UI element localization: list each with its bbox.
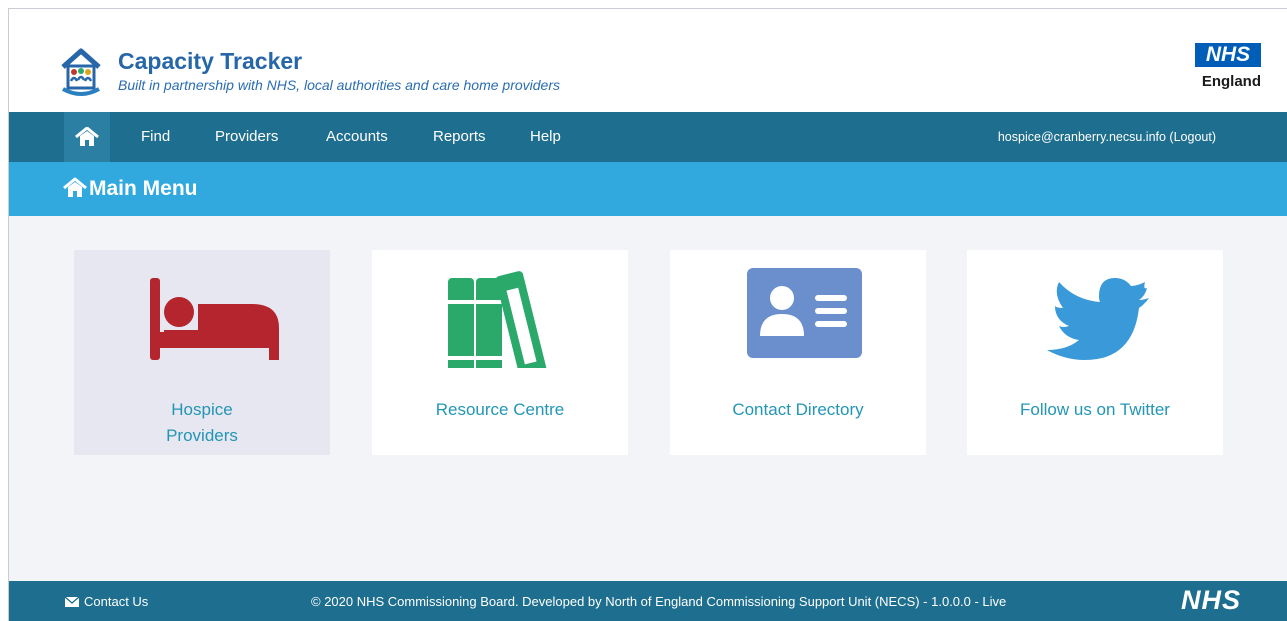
nav-providers[interactable]: Providers xyxy=(215,128,278,145)
header: Capacity Tracker Built in partnership wi… xyxy=(9,9,1287,112)
footer-nhs-logo: NHS xyxy=(1180,585,1241,615)
bed-icon xyxy=(150,278,279,360)
address-card-icon xyxy=(747,268,862,358)
page-title: Main Menu xyxy=(89,177,198,200)
nav-home-button[interactable] xyxy=(64,112,110,162)
app-title: Capacity Tracker xyxy=(118,48,303,74)
app-subtitle: Built in partnership with NHS, local aut… xyxy=(118,77,560,93)
tile-label: Follow us on Twitter xyxy=(1020,400,1170,419)
nhs-region: England xyxy=(1201,73,1261,90)
user-logout-link[interactable]: hospice@cranberry.necsu.info (Logout) xyxy=(998,130,1216,144)
contact-us-label: Contact Us xyxy=(84,594,149,609)
page-title-bar: Main Menu xyxy=(9,162,1287,216)
tile-hospice-providers[interactable]: Hospice Providers xyxy=(74,250,330,455)
nav-accounts[interactable]: Accounts xyxy=(326,128,388,145)
nav-help[interactable]: Help xyxy=(530,128,561,145)
copyright-text: © 2020 NHS Commissioning Board. Develope… xyxy=(311,594,1007,609)
tile-label: Resource Centre xyxy=(435,400,565,419)
capacity-tracker-logo xyxy=(61,48,101,96)
tile-label: Hospice xyxy=(171,400,233,419)
books-icon xyxy=(448,271,548,368)
nav-find[interactable]: Find xyxy=(141,128,170,145)
main-nav: Find Providers Accounts Reports Help hos… xyxy=(9,112,1287,162)
home-icon xyxy=(75,127,99,146)
envelope-icon xyxy=(65,596,79,607)
footer: Contact Us © 2020 NHS Commissioning Boar… xyxy=(9,581,1287,621)
tile-resource-centre[interactable]: Resource Centre xyxy=(372,250,628,455)
tile-follow-twitter[interactable]: Follow us on Twitter xyxy=(967,250,1223,455)
app-frame: Capacity Tracker Built in partnership wi… xyxy=(8,8,1287,621)
nav-reports[interactable]: Reports xyxy=(433,128,486,145)
tile-contact-directory[interactable]: Contact Directory xyxy=(670,250,926,455)
tile-label: Providers xyxy=(166,426,238,445)
twitter-icon xyxy=(1047,278,1149,360)
nhs-logo: NHS xyxy=(1195,43,1261,67)
contact-us-link[interactable]: Contact Us xyxy=(65,594,148,609)
tile-label: Contact Directory xyxy=(732,400,864,419)
home-icon xyxy=(63,177,87,197)
